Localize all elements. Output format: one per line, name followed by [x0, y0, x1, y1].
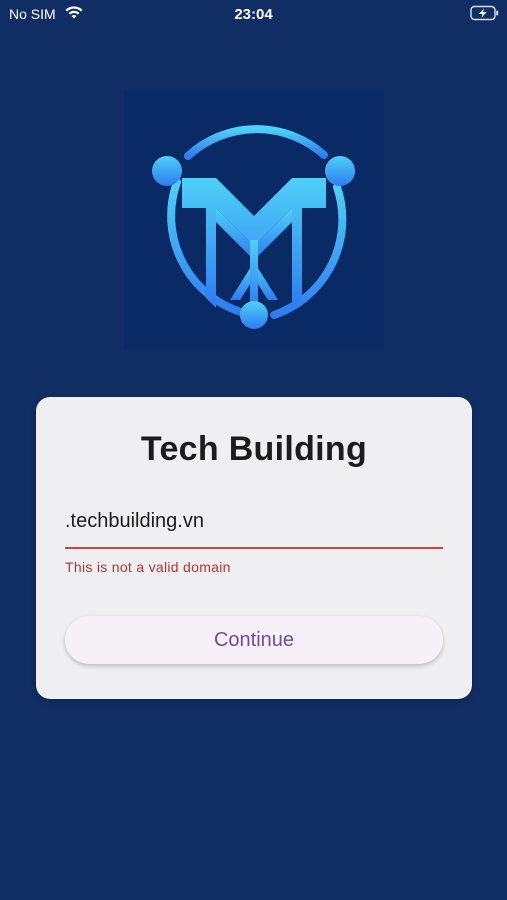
tech-building-logo	[152, 125, 355, 329]
status-bar: No SIM 23:04	[0, 0, 507, 28]
battery-charging-icon	[470, 5, 500, 21]
card-title: Tech Building	[140, 430, 368, 468]
app-logo	[124, 90, 384, 350]
domain-card: Tech Building This is not a valid domain…	[36, 397, 472, 699]
domain-input[interactable]	[65, 507, 443, 535]
continue-button[interactable]: Continue	[65, 616, 443, 664]
clock: 23:04	[234, 6, 273, 23]
error-message: This is not a valid domain	[65, 559, 231, 575]
domain-field[interactable]	[65, 507, 443, 549]
